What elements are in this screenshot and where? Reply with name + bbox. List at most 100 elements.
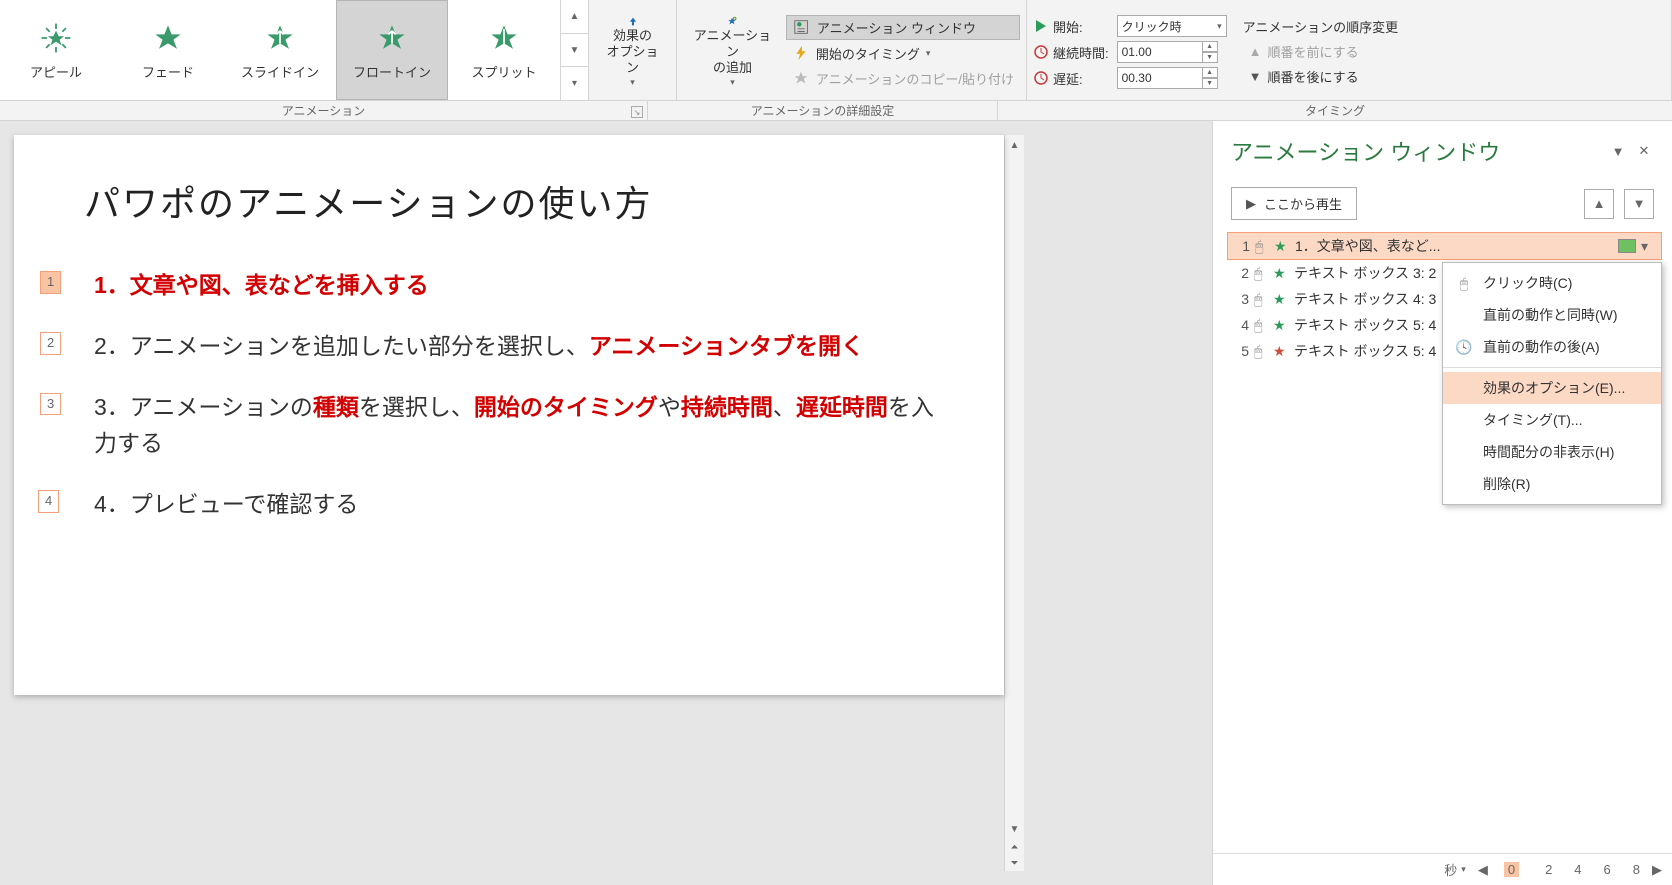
timeline-bar <box>1618 239 1636 253</box>
next-slide[interactable]: ⏷ <box>1005 855 1024 871</box>
ctx-label: 効果のオプション(E)... <box>1483 378 1625 398</box>
slide-area: パワポのアニメーションの使い方 1 1．文章や図、表などを挿入する 2 2．アニ… <box>0 121 1212 885</box>
slide-title: パワポのアニメーションの使い方 <box>84 175 934 227</box>
group-label-detail: アニメーションの詳細設定 <box>648 101 998 120</box>
ctx-icon: 🕓 <box>1455 339 1473 356</box>
anim-tag-4[interactable]: 4 <box>38 490 59 513</box>
start-combo[interactable]: クリック時▾ <box>1117 15 1227 37</box>
item-menu-icon[interactable]: ▾ <box>1641 238 1657 255</box>
anim-tag-2[interactable]: 2 <box>40 332 61 355</box>
ctx-label: タイミング(T)... <box>1483 410 1583 430</box>
start-value: クリック時 <box>1122 18 1182 35</box>
prev-slide[interactable]: ⏶ <box>1005 839 1024 855</box>
duration-input[interactable]: 01.00 <box>1117 41 1203 63</box>
timeline-tick: 6 <box>1604 862 1611 877</box>
mouse-icon: 🖱 <box>1254 265 1268 282</box>
ribbon: アピール フェード スライドインフロートインスプリット ▲ ▼ ▾ 効果の オプショ… <box>0 0 1672 101</box>
gallery-item-label: フェード <box>142 62 194 81</box>
play-icon <box>1033 18 1049 34</box>
ctx-item[interactable]: 時間配分の非表示(H) <box>1443 436 1661 468</box>
ctx-label: クリック時(C) <box>1483 273 1572 293</box>
star-icon: ★ <box>1274 238 1290 255</box>
effect-options-button[interactable]: 効果の オプション ▾ <box>595 12 670 92</box>
order-forward-button[interactable]: ▲順番を前にする <box>1243 40 1398 63</box>
ctx-item[interactable]: 直前の動作と同時(W) <box>1443 299 1661 331</box>
seconds-label: 秒 <box>1444 860 1457 879</box>
ctx-label: 時間配分の非表示(H) <box>1483 442 1614 462</box>
timeline-right[interactable]: ▶ <box>1652 862 1662 878</box>
ctx-label: 直前の動作と同時(W) <box>1483 305 1618 325</box>
bullet-1: 1 1．文章や図、表などを挿入する <box>84 267 934 304</box>
anim-tag-1[interactable]: 1 <box>40 271 61 294</box>
star-icon: ★ <box>1273 317 1289 334</box>
anim-tag-3[interactable]: 3 <box>40 393 61 416</box>
ctx-item[interactable]: 🖱クリック時(C) <box>1443 267 1661 299</box>
bullet-3: 3 3．アニメーションの種類を選択し、開始のタイミングや持続時間、遅延時間を入力… <box>84 389 934 463</box>
animation-painter-button[interactable]: アニメーションのコピー/貼り付け <box>786 67 1020 90</box>
pane-title: アニメーション ウィンドウ <box>1231 135 1500 167</box>
group-labels: アニメーション ↘ アニメーションの詳細設定 タイミング <box>0 101 1672 121</box>
gallery-item-2[interactable]: スライドイン <box>224 0 336 100</box>
scroll-down[interactable]: ▼ <box>1005 819 1024 839</box>
gallery-item-label: アピール <box>30 62 82 81</box>
mouse-icon: 🖱 <box>1255 238 1269 255</box>
pane-close[interactable]: ✕ <box>1634 141 1654 161</box>
ctx-item[interactable]: タイミング(T)... <box>1443 404 1661 436</box>
star-plus-icon <box>715 16 749 26</box>
group-label-timing: タイミング <box>998 101 1672 120</box>
gallery-item-4[interactable]: スプリット <box>448 0 560 100</box>
star-icon: ★ <box>1273 265 1289 282</box>
order-back-button[interactable]: ▼順番を後にする <box>1243 65 1398 88</box>
animation-dialog-launcher[interactable]: ↘ <box>631 106 643 118</box>
slide-canvas[interactable]: パワポのアニメーションの使い方 1 1．文章や図、表などを挿入する 2 2．アニ… <box>14 135 1004 695</box>
gallery-item-3[interactable]: フロートイン <box>336 0 448 100</box>
duration-up[interactable]: ▲ <box>1202 41 1218 52</box>
group-label-animation: アニメーション ↘ <box>0 101 648 120</box>
main-area: パワポのアニメーションの使い方 1 1．文章や図、表などを挿入する 2 2．アニ… <box>0 121 1672 885</box>
delay-up[interactable]: ▲ <box>1202 67 1218 78</box>
animation-window-button[interactable]: アニメーション ウィンドウ <box>786 15 1020 40</box>
gallery-scroll-up[interactable]: ▲ <box>561 0 588 34</box>
ctx-item[interactable]: 効果のオプション(E)... <box>1443 372 1661 404</box>
star-icon: ★ <box>1273 343 1289 360</box>
clock-icon <box>1033 44 1049 60</box>
gallery-scroll-down[interactable]: ▼ <box>561 34 588 68</box>
timeline-tick: 4 <box>1574 862 1581 877</box>
duration-down[interactable]: ▼ <box>1202 52 1218 63</box>
ctx-label: 直前の動作の後(A) <box>1483 337 1600 357</box>
mouse-icon: 🖱 <box>1254 291 1268 308</box>
lightning-icon <box>792 44 810 62</box>
anim-item-1[interactable]: 1🖱★1．文章や図、表など...▾ <box>1227 232 1662 260</box>
add-animation-button[interactable]: アニメーション の追加 ▾ <box>683 12 782 92</box>
move-up-button[interactable]: ▲ <box>1584 189 1614 219</box>
delay-input[interactable]: 00.30 <box>1117 67 1203 89</box>
gallery-more[interactable]: ▾ <box>561 67 588 100</box>
slide-scrollbar: ▲ ▼ ⏶ ⏷ <box>1004 135 1024 871</box>
start-timing-label: 開始のタイミング <box>816 44 920 63</box>
mouse-icon: 🖱 <box>1254 317 1268 334</box>
timeline-tick: 2 <box>1545 862 1552 877</box>
order-back-label: 順番を後にする <box>1268 67 1359 86</box>
start-label: 開始: <box>1053 17 1083 36</box>
bullet-4: 4 4．プレビューで確認する <box>84 486 934 523</box>
duration-label: 継続時間: <box>1053 43 1109 62</box>
star-brush-icon <box>792 69 810 87</box>
play-from-here-label: ここから再生 <box>1264 194 1342 213</box>
start-timing-button[interactable]: 開始のタイミング ▾ <box>786 42 1020 65</box>
pane-icon <box>793 18 811 36</box>
effect-options-group: 効果の オプション ▾ <box>589 0 677 100</box>
pane-options[interactable]: ▼ <box>1608 141 1628 161</box>
delay-down[interactable]: ▼ <box>1202 78 1218 89</box>
gallery-item-0[interactable]: アピール <box>0 0 112 100</box>
ctx-item[interactable]: 🕓 直前の動作の後(A) <box>1443 331 1661 363</box>
play-from-here-button[interactable]: ▶ここから再生 <box>1231 187 1357 220</box>
pane-footer: 秒▾ ◀ 02468 ▶ <box>1213 853 1672 885</box>
timeline-tick: 0 <box>1504 862 1519 877</box>
scroll-up[interactable]: ▲ <box>1005 135 1024 155</box>
scroll-track[interactable] <box>1005 155 1024 819</box>
timeline-left[interactable]: ◀ <box>1478 862 1488 878</box>
ctx-item[interactable]: 削除(R) <box>1443 468 1661 500</box>
gallery-item-1[interactable]: フェード <box>112 0 224 100</box>
move-down-button[interactable]: ▼ <box>1624 189 1654 219</box>
order-title: アニメーションの順序変更 <box>1243 17 1398 36</box>
